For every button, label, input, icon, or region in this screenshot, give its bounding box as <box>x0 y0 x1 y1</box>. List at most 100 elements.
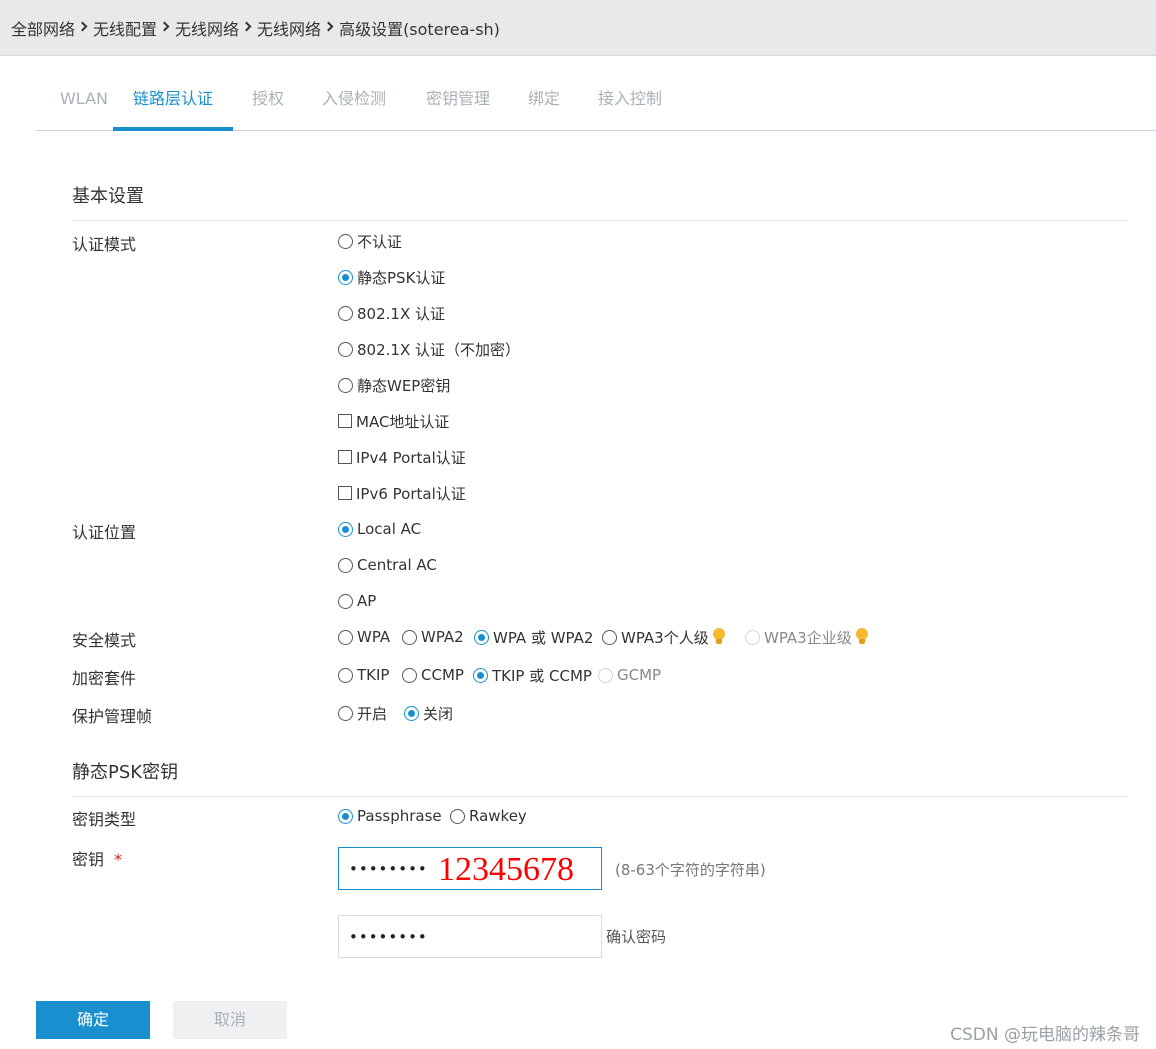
radio-icon <box>338 341 353 357</box>
radio-selected-icon <box>473 667 488 683</box>
tab-access-control[interactable]: 接入控制 <box>595 70 665 131</box>
option-label: TKIP 或 CCMP <box>492 666 592 685</box>
radio-ap[interactable]: AP <box>338 590 376 612</box>
option-label: 802.1X 认证（不加密） <box>357 340 520 359</box>
option-label: Passphrase <box>357 807 442 825</box>
section-title-basic: 基本设置 <box>72 186 144 207</box>
option-label: Central AC <box>357 556 437 574</box>
tab-binding[interactable]: 绑定 <box>526 70 562 131</box>
option-label: 802.1X 认证 <box>357 304 445 323</box>
radio-icon <box>338 377 353 393</box>
radio-8021x-no-encrypt[interactable]: 802.1X 认证（不加密） <box>338 338 520 360</box>
radio-icon <box>338 667 353 683</box>
radio-selected-icon <box>474 629 489 645</box>
radio-icon <box>402 629 417 645</box>
radio-no-auth[interactable]: 不认证 <box>338 230 402 252</box>
divider <box>72 796 1127 797</box>
chevron-right-icon <box>77 21 88 32</box>
breadcrumb-item[interactable]: 无线配置 <box>93 16 157 40</box>
checkbox-ipv4-portal[interactable]: IPv4 Portal认证 <box>338 446 466 468</box>
option-label: WPA 或 WPA2 <box>493 628 594 647</box>
breadcrumb-item[interactable]: 无线网络 <box>175 16 239 40</box>
breadcrumb-item[interactable]: 无线网络 <box>257 16 321 40</box>
cipher-suite-label: 加密套件 <box>72 669 137 688</box>
chevron-right-icon <box>159 21 170 32</box>
radio-wpa[interactable]: WPA <box>338 626 390 648</box>
tab-wlan[interactable]: WLAN <box>54 70 114 131</box>
radio-icon <box>602 629 617 645</box>
confirm-key-input[interactable]: •••••••• <box>338 915 602 958</box>
checkbox-icon <box>338 414 352 428</box>
radio-selected-icon <box>338 521 353 537</box>
radio-wpa-or-wpa2[interactable]: WPA 或 WPA2 <box>474 626 593 648</box>
radio-icon <box>338 629 353 645</box>
radio-ccmp[interactable]: CCMP <box>402 664 464 686</box>
radio-rawkey[interactable]: Rawkey <box>450 805 527 827</box>
option-label: MAC地址认证 <box>356 412 450 431</box>
radio-icon <box>338 557 353 573</box>
divider <box>72 220 1127 221</box>
radio-tkip[interactable]: TKIP <box>338 664 389 686</box>
radio-tkip-or-ccmp[interactable]: TKIP 或 CCMP <box>473 664 592 686</box>
radio-wpa2[interactable]: WPA2 <box>402 626 464 648</box>
option-label: 开启 <box>357 704 388 723</box>
key-label-text: 密钥 <box>72 850 105 869</box>
radio-icon <box>338 593 353 609</box>
checkbox-ipv6-portal[interactable]: IPv6 Portal认证 <box>338 482 466 504</box>
radio-wpa3-enterprise: WPA3企业级 <box>745 626 868 648</box>
option-label: 关闭 <box>423 704 454 723</box>
radio-static-psk[interactable]: 静态PSK认证 <box>338 266 445 288</box>
radio-8021x[interactable]: 802.1X 认证 <box>338 302 445 324</box>
radio-icon <box>338 233 353 249</box>
section-title-psk: 静态PSK密钥 <box>72 762 179 783</box>
radio-selected-icon <box>404 705 419 721</box>
option-label: IPv4 Portal认证 <box>356 448 466 467</box>
radio-selected-icon <box>338 808 353 824</box>
key-hint: (8-63个字符的字符串) <box>615 861 766 879</box>
option-label: CCMP <box>421 666 464 684</box>
option-label: WPA2 <box>421 628 464 646</box>
option-label: TKIP <box>357 666 390 684</box>
breadcrumb-item[interactable]: 全部网络 <box>11 16 75 40</box>
cancel-button[interactable]: 取消 <box>173 1001 287 1039</box>
chevron-right-icon <box>323 21 334 32</box>
radio-local-ac[interactable]: Local AC <box>338 518 421 540</box>
tab-key-management[interactable]: 密钥管理 <box>423 70 493 131</box>
radio-passphrase[interactable]: Passphrase <box>338 805 442 827</box>
chevron-right-icon <box>241 21 252 32</box>
option-label: GCMP <box>617 666 662 684</box>
key-label: 密钥 * <box>72 846 122 870</box>
tab-bar: WLAN 链路层认证 授权 入侵检测 密钥管理 绑定 接入控制 <box>36 70 1156 131</box>
key-type-label: 密钥类型 <box>72 810 137 829</box>
option-label: AP <box>357 592 377 610</box>
option-label: 静态WEP密钥 <box>357 376 451 395</box>
radio-disabled-icon <box>745 629 760 645</box>
option-label: Rawkey <box>469 807 527 825</box>
lightbulb-icon[interactable] <box>712 628 725 646</box>
radio-pmf-on[interactable]: 开启 <box>338 702 387 724</box>
auth-mode-label: 认证模式 <box>72 235 137 254</box>
radio-wpa3-personal[interactable]: WPA3个人级 <box>602 626 725 648</box>
option-label: Local AC <box>357 520 422 538</box>
option-label: WPA3个人级 <box>621 628 709 647</box>
radio-icon <box>338 705 353 721</box>
key-annotation: 12345678 <box>438 851 574 888</box>
ok-button[interactable]: 确定 <box>36 1001 150 1039</box>
checkbox-mac-auth[interactable]: MAC地址认证 <box>338 410 449 432</box>
radio-selected-icon <box>338 269 353 285</box>
watermark: CSDN @玩电脑的辣条哥 <box>950 1025 1140 1045</box>
tab-authorization[interactable]: 授权 <box>248 70 288 131</box>
radio-pmf-off[interactable]: 关闭 <box>404 702 453 724</box>
radio-central-ac[interactable]: Central AC <box>338 554 437 576</box>
tab-link-layer-auth[interactable]: 链路层认证 <box>113 70 233 131</box>
radio-static-wep[interactable]: 静态WEP密钥 <box>338 374 450 396</box>
radio-icon <box>338 305 353 321</box>
option-label: IPv6 Portal认证 <box>356 484 466 503</box>
radio-icon <box>450 808 465 824</box>
radio-icon <box>402 667 417 683</box>
checkbox-icon <box>338 486 352 500</box>
pmf-label: 保护管理帧 <box>72 707 153 726</box>
checkbox-icon <box>338 450 352 464</box>
tab-intrusion-detection[interactable]: 入侵检测 <box>319 70 389 131</box>
lightbulb-icon[interactable] <box>855 628 868 646</box>
